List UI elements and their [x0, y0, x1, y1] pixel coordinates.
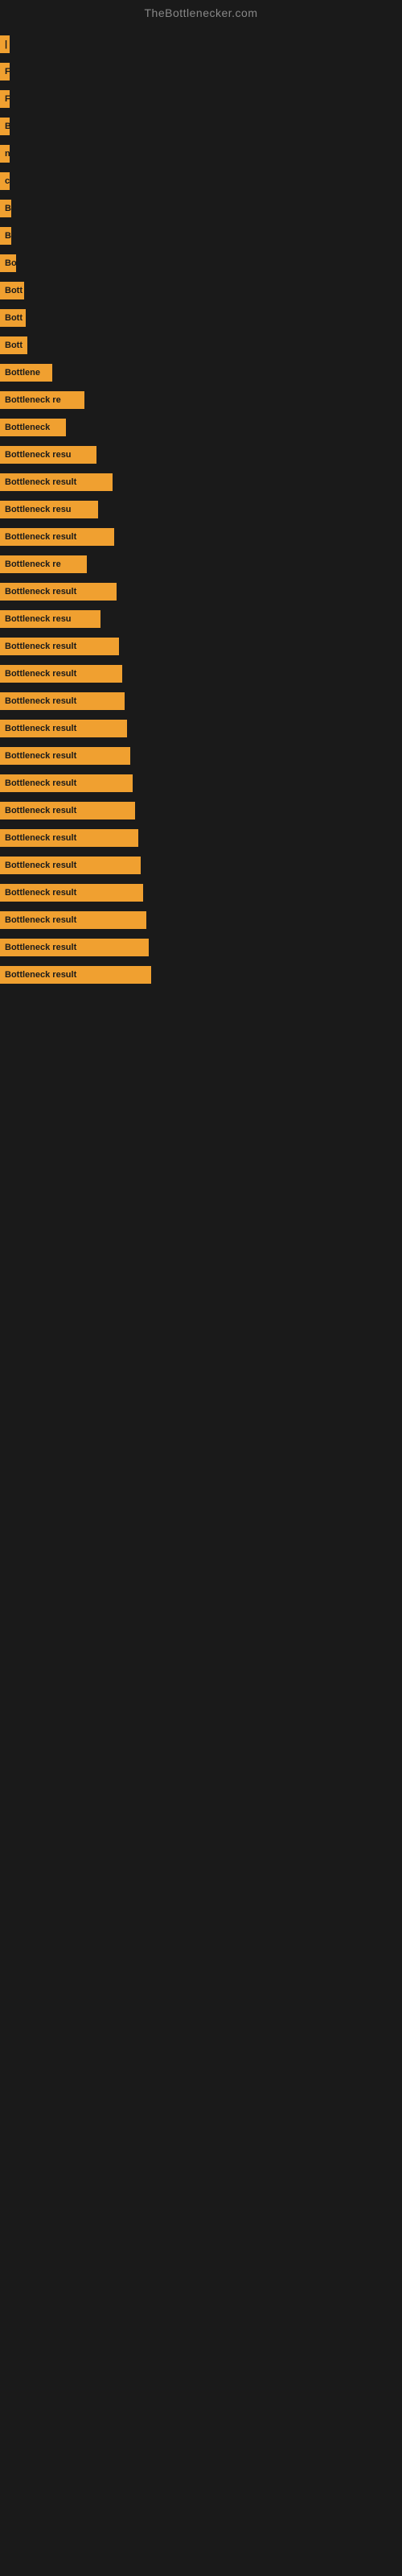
bar-row: Bottleneck result: [0, 966, 402, 984]
bar-label: Bottleneck result: [0, 966, 151, 984]
bar-row: Bottleneck result: [0, 802, 402, 819]
bar-row: Bottleneck result: [0, 692, 402, 710]
bar-label: F: [0, 63, 10, 80]
bar-row: Bottleneck result: [0, 473, 402, 491]
site-title: TheBottlenecker.com: [0, 0, 402, 23]
bar-row: Bottleneck result: [0, 583, 402, 601]
bar-label: F: [0, 90, 10, 108]
bar-row: Bottleneck result: [0, 884, 402, 902]
bar-row: Bott: [0, 336, 402, 354]
bar-row: Bottleneck result: [0, 774, 402, 792]
bar-row: Bottleneck re: [0, 555, 402, 573]
bar-label: Bottleneck re: [0, 391, 84, 409]
bar-row: Bottleneck result: [0, 528, 402, 546]
bar-label: Bottleneck result: [0, 720, 127, 737]
bar-row: F: [0, 90, 402, 108]
bar-row: Bottleneck result: [0, 747, 402, 765]
bar-label: Bottleneck result: [0, 665, 122, 683]
bar-label: n: [0, 145, 10, 163]
bar-row: Bottleneck result: [0, 638, 402, 655]
bar-row: Bott: [0, 309, 402, 327]
bar-row: Bottleneck result: [0, 665, 402, 683]
bar-label: Bottleneck re: [0, 555, 87, 573]
bar-label: Bottleneck resu: [0, 446, 96, 464]
bar-row: Bottleneck result: [0, 939, 402, 956]
bar-label: Bottleneck resu: [0, 610, 100, 628]
bar-label: Bottleneck result: [0, 884, 143, 902]
bar-label: c: [0, 172, 10, 190]
bar-row: B: [0, 200, 402, 217]
bar-row: Bottleneck result: [0, 829, 402, 847]
bar-label: Bottleneck result: [0, 583, 117, 601]
bar-label: Bottleneck result: [0, 638, 119, 655]
bar-row: Bott: [0, 282, 402, 299]
bar-row: Bottleneck result: [0, 857, 402, 874]
bar-label: Bottleneck result: [0, 802, 135, 819]
bar-row: Bo: [0, 254, 402, 272]
bar-label: Bottleneck result: [0, 939, 149, 956]
bar-label: B: [0, 118, 10, 135]
bar-label: Bottleneck result: [0, 774, 133, 792]
bar-label: Bott: [0, 336, 27, 354]
bar-row: c: [0, 172, 402, 190]
bar-label: Bo: [0, 254, 16, 272]
bar-row: |: [0, 35, 402, 53]
bar-label: B: [0, 200, 11, 217]
bar-row: Bottleneck resu: [0, 446, 402, 464]
bar-row: F: [0, 63, 402, 80]
bar-label: |: [0, 35, 10, 53]
bar-label: Bottleneck: [0, 419, 66, 436]
bar-label: Bott: [0, 309, 26, 327]
bar-label: Bottleneck result: [0, 473, 113, 491]
bars-container: |FFBncBBBoBottBottBottBottleneBottleneck…: [0, 23, 402, 997]
bar-row: Bottlene: [0, 364, 402, 382]
bar-row: Bottleneck result: [0, 720, 402, 737]
bar-row: Bottleneck re: [0, 391, 402, 409]
bar-label: Bottleneck result: [0, 747, 130, 765]
bar-row: B: [0, 227, 402, 245]
bar-row: Bottleneck resu: [0, 501, 402, 518]
bar-label: Bottleneck result: [0, 911, 146, 929]
bar-row: Bottleneck result: [0, 911, 402, 929]
bar-label: Bottleneck resu: [0, 501, 98, 518]
bar-label: Bottlene: [0, 364, 52, 382]
bar-label: Bottleneck result: [0, 857, 141, 874]
bar-label: Bottleneck result: [0, 692, 125, 710]
bar-label: Bott: [0, 282, 24, 299]
bar-label: Bottleneck result: [0, 829, 138, 847]
bar-row: n: [0, 145, 402, 163]
bar-label: B: [0, 227, 11, 245]
bar-row: B: [0, 118, 402, 135]
bar-label: Bottleneck result: [0, 528, 114, 546]
bar-row: Bottleneck: [0, 419, 402, 436]
bar-row: Bottleneck resu: [0, 610, 402, 628]
